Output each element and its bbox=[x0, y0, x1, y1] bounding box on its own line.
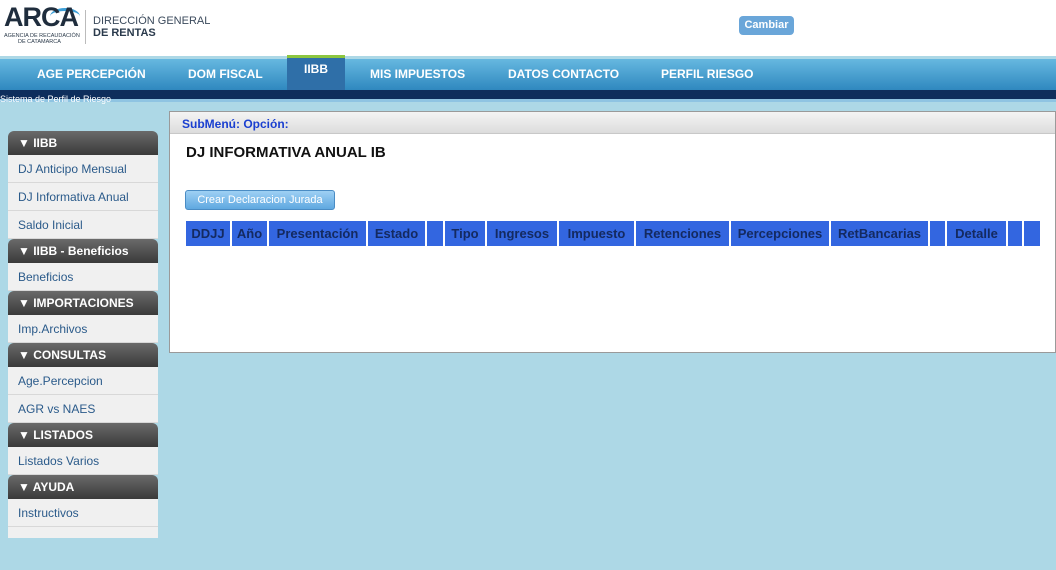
submenu-label: SubMenú: Opción: bbox=[182, 117, 289, 131]
nav-item-datos-contacto[interactable]: DATOS CONTACTO bbox=[508, 59, 619, 90]
column-header-blank-3 bbox=[1008, 221, 1024, 246]
sidebar-item-saldo-inicial[interactable]: Saldo Inicial bbox=[8, 211, 158, 239]
column-header-blank-1 bbox=[427, 221, 445, 246]
sidebar-item-instructivos[interactable]: Instructivos bbox=[8, 499, 158, 527]
sidebar-section-importaciones[interactable]: ▼ IMPORTACIONES bbox=[8, 291, 158, 315]
column-header-retbancarias[interactable]: RetBancarias bbox=[831, 221, 930, 246]
sidebar-section-iibb[interactable]: ▼ IIBB bbox=[8, 131, 158, 155]
system-label: Sistema de Perfil de Riesgo bbox=[0, 94, 112, 104]
column-header-presentacion[interactable]: Presentación bbox=[269, 221, 368, 246]
sidebar-item-beneficios[interactable]: Beneficios bbox=[8, 263, 158, 291]
column-header-tipo[interactable]: Tipo bbox=[445, 221, 487, 246]
sidebar-section-iibb-beneficios[interactable]: ▼ IIBB - Beneficios bbox=[8, 239, 158, 263]
nav-item-perfil-riesgo[interactable]: PERFIL RIESGO bbox=[661, 59, 753, 90]
sidebar-item-age-percepcion[interactable]: Age.Percepcion bbox=[8, 367, 158, 395]
column-header-detalle[interactable]: Detalle bbox=[947, 221, 1008, 246]
submenu-bar: SubMenú: Opción: bbox=[170, 112, 1055, 134]
sidebar-item-dj-informativa-anual[interactable]: DJ Informativa Anual bbox=[8, 183, 158, 211]
column-header-estado[interactable]: Estado bbox=[368, 221, 427, 246]
column-header-ddjj[interactable]: DDJJ bbox=[186, 221, 232, 246]
create-declaration-button[interactable]: Crear Declaracion Jurada bbox=[185, 190, 335, 210]
column-header-impuesto[interactable]: Impuesto bbox=[559, 221, 636, 246]
nav-item-mis-impuestos[interactable]: MIS IMPUESTOS bbox=[370, 59, 465, 90]
sidebar-item-agr-vs-naes[interactable]: AGR vs NAES bbox=[8, 395, 158, 423]
main-nav: AGE PERCEPCIÓN DOM FISCAL IIBB MIS IMPUE… bbox=[0, 55, 1056, 90]
nav-item-age-percepcion[interactable]: AGE PERCEPCIÓN bbox=[37, 59, 146, 90]
sidebar-item-imp-archivos[interactable]: Imp.Archivos bbox=[8, 315, 158, 343]
arca-logo: ARCA AGENCIA DE RECAUDACIÓN DE CATAMARCA bbox=[4, 2, 84, 46]
sidebar-menu: ▼ IIBB DJ Anticipo Mensual DJ Informativ… bbox=[8, 131, 158, 538]
nav-underline bbox=[0, 90, 1056, 99]
main-panel: SubMenú: Opción: DJ INFORMATIVA ANUAL IB… bbox=[169, 111, 1056, 353]
declarations-table-header: DDJJ Año Presentación Estado Tipo Ingres… bbox=[186, 221, 1040, 246]
column-header-retenciones[interactable]: Retenciones bbox=[636, 221, 731, 246]
sidebar-section-consultas[interactable]: ▼ CONSULTAS bbox=[8, 343, 158, 367]
column-header-anio[interactable]: Año bbox=[232, 221, 269, 246]
agency-name-line2: DE RENTAS bbox=[93, 27, 156, 39]
column-header-percepciones[interactable]: Percepciones bbox=[731, 221, 831, 246]
sidebar-item-dj-anticipo-mensual[interactable]: DJ Anticipo Mensual bbox=[8, 155, 158, 183]
agency-name-line1: DIRECCIÓN GENERAL bbox=[93, 15, 211, 27]
sidebar-footer bbox=[8, 527, 158, 538]
page-title: DJ INFORMATIVA ANUAL IB bbox=[186, 144, 386, 161]
nav-item-dom-fiscal[interactable]: DOM FISCAL bbox=[188, 59, 263, 90]
nav-underline-light bbox=[0, 99, 1056, 102]
sidebar-section-ayuda[interactable]: ▼ AYUDA bbox=[8, 475, 158, 499]
logo-text: ARCA bbox=[4, 2, 79, 32]
column-header-blank-2 bbox=[930, 221, 947, 246]
sidebar-section-listados[interactable]: ▼ LISTADOS bbox=[8, 423, 158, 447]
cambiar-button[interactable]: Cambiar bbox=[739, 16, 794, 35]
logo-divider bbox=[85, 10, 86, 44]
sidebar-item-listados-varios[interactable]: Listados Varios bbox=[8, 447, 158, 475]
column-header-blank-4 bbox=[1024, 221, 1040, 246]
app-header: ARCA AGENCIA DE RECAUDACIÓN DE CATAMARCA… bbox=[0, 0, 1056, 56]
column-header-ingresos[interactable]: Ingresos bbox=[487, 221, 559, 246]
nav-item-iibb[interactable]: IIBB bbox=[287, 55, 345, 90]
logo-subtitle-2: DE CATAMARCA bbox=[18, 39, 61, 45]
